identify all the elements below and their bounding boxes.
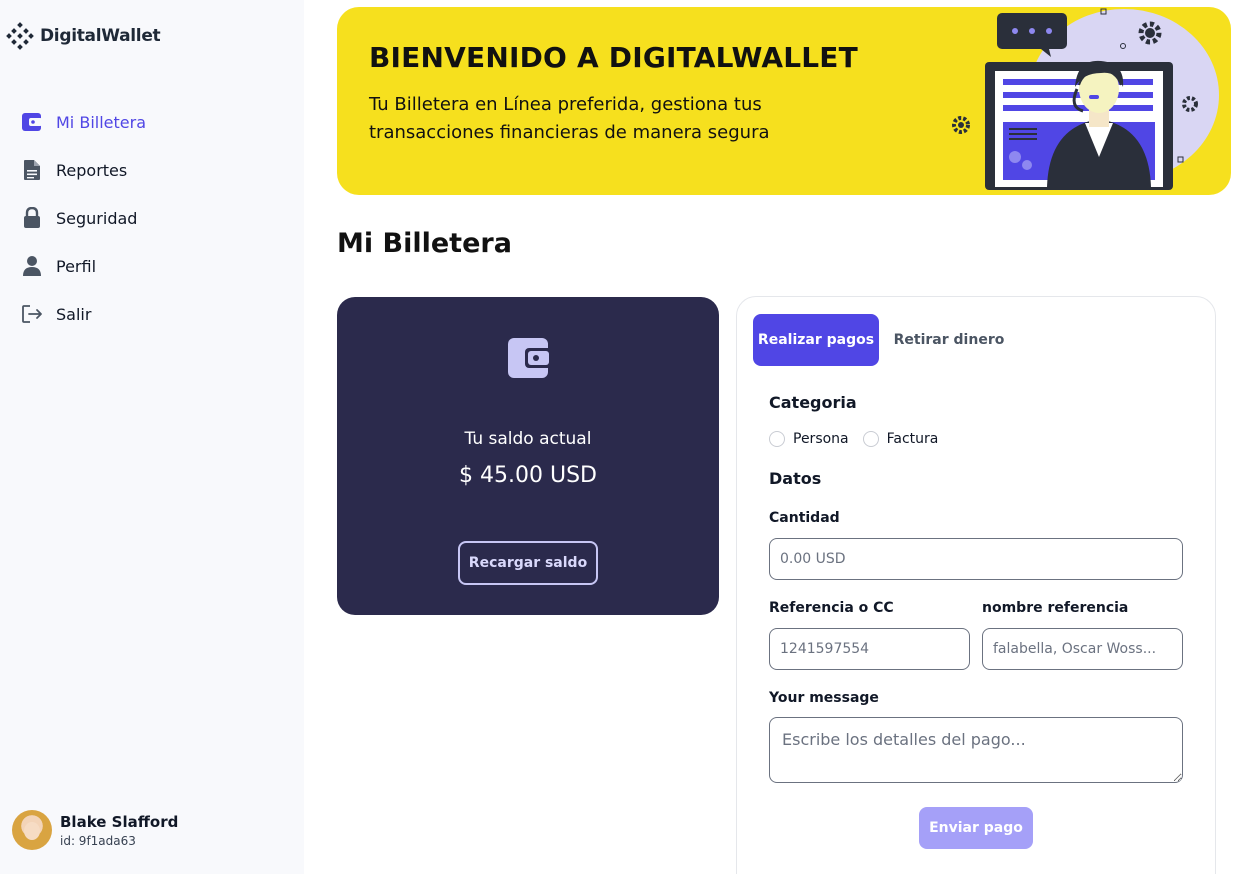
sidebar-item-label: Salir [56,304,92,324]
lock-icon [20,206,44,230]
sidebar-item-label: Reportes [56,160,128,180]
reference-input[interactable] [769,628,970,670]
sidebar-item-salir[interactable]: Salir [20,296,146,332]
logout-icon [20,302,44,326]
send-payment-button[interactable]: Enviar pago [919,807,1033,849]
reference-label: Referencia o CC [769,600,894,616]
sidebar-item-mi-billetera[interactable]: Mi Billetera [20,104,146,140]
balance-label: Tu saldo actual [464,429,592,449]
tab-realizar-pagos[interactable]: Realizar pagos [753,314,879,366]
app-name: DigitalWallet [40,26,161,46]
reference-name-label: nombre referencia [982,600,1129,616]
sidebar-item-reportes[interactable]: Reportes [20,152,146,188]
radio-factura[interactable] [862,431,879,447]
data-title: Datos [769,469,822,488]
tab-retirar-dinero[interactable]: Retirar dinero [889,314,1009,366]
balance-value: $ 45.00 USD [459,463,597,488]
user-info: Blake Slafford id: 9f1ada63 [60,813,178,848]
category-title: Categoria [769,393,857,412]
radio-label-persona: Persona [793,431,849,447]
support-agent-illustration [952,8,1219,190]
category-radio-group: Persona Factura [769,431,952,447]
radio-label-factura: Factura [886,431,939,447]
sidebar: DigitalWallet Mi Billetera Reportes Segu… [0,0,304,874]
avatar [12,810,52,850]
reference-name-input[interactable] [982,628,1183,670]
message-textarea[interactable] [769,717,1183,783]
banner-title: BIENVENIDO A DIGITALWALLET [369,41,858,74]
app-logo[interactable]: DigitalWallet [6,22,161,50]
user-icon [20,254,44,278]
payment-form-card: Realizar pagos Retirar dinero Categoria … [736,296,1216,874]
user-id: id: 9f1ada63 [60,833,136,848]
logo-icon [6,22,34,50]
amount-input[interactable] [769,538,1183,580]
wallet-icon [20,110,44,134]
sidebar-nav: Mi Billetera Reportes Seguridad Perfil S… [20,104,146,344]
wallet-icon [508,338,552,378]
message-label: Your message [769,690,879,706]
radio-persona[interactable] [769,431,785,447]
amount-label: Cantidad [769,510,840,526]
sidebar-item-label: Perfil [56,256,97,276]
sidebar-item-label: Mi Billetera [56,112,146,132]
sidebar-item-perfil[interactable]: Perfil [20,248,146,284]
user-profile[interactable]: Blake Slafford id: 9f1ada63 [12,810,178,850]
document-icon [20,158,44,182]
welcome-banner: BIENVENIDO A DIGITALWALLET Tu Billetera … [337,7,1231,195]
recharge-button[interactable]: Recargar saldo [458,541,598,585]
balance-card: Tu saldo actual $ 45.00 USD Recargar sal… [337,297,719,615]
sidebar-item-label: Seguridad [56,208,138,228]
banner-subtitle: Tu Billetera en Línea preferida, gestion… [369,94,770,143]
page-title: Mi Billetera [337,228,512,259]
user-name: Blake Slafford [60,812,179,831]
sidebar-item-seguridad[interactable]: Seguridad [20,200,146,236]
